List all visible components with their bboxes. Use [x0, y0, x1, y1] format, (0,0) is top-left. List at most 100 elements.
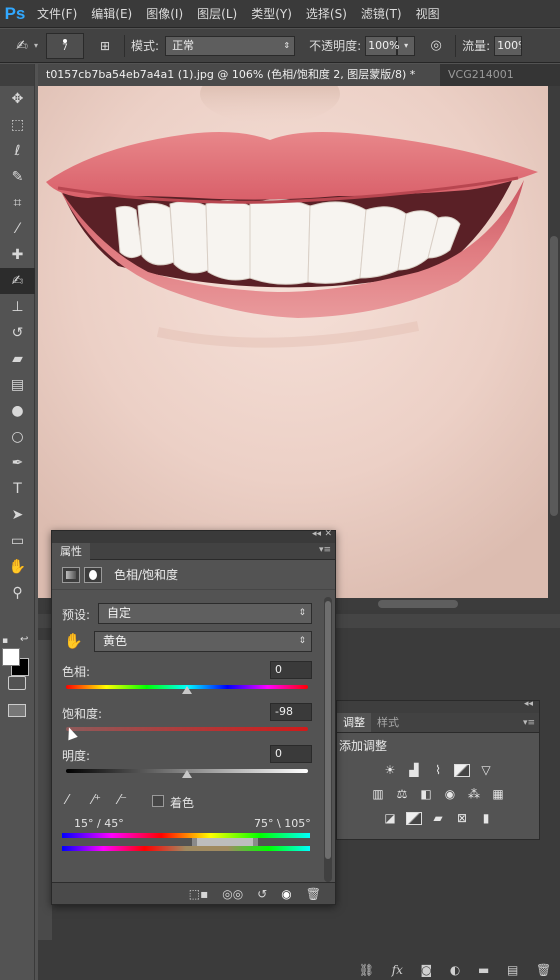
black-white-icon[interactable]: ◧ [417, 786, 435, 802]
color-lookup-icon[interactable]: ▦ [489, 786, 507, 802]
eyedropper-minus-icon[interactable]: ⁄⁻ [118, 793, 127, 808]
blur-icon[interactable]: ● [0, 398, 35, 424]
add-mask-icon[interactable]: ◙ [421, 963, 433, 977]
marquee-icon[interactable]: ⬚ [0, 112, 35, 138]
menu-edit[interactable]: 编辑(E) [84, 0, 139, 28]
link-layers-icon[interactable]: ⛓ [359, 963, 374, 977]
opacity-field[interactable]: 100% [365, 35, 400, 56]
hue-input[interactable]: 0 [270, 661, 312, 679]
screen-mode-icon[interactable] [8, 704, 26, 717]
levels-icon[interactable]: ▟ [405, 762, 423, 778]
panel-menu-icon[interactable]: ▾≡ [319, 545, 331, 555]
brush-preset-dropdown-icon[interactable]: ▾ [34, 41, 38, 50]
channel-select[interactable]: 黄色 ⇕ [94, 631, 312, 652]
new-adjustment-layer-icon[interactable]: ◐ [450, 963, 460, 977]
collapse-icon[interactable]: ◂◂ [312, 529, 321, 539]
opacity-dropdown-icon[interactable]: ▾ [397, 35, 416, 56]
new-group-icon[interactable]: ▬ [478, 963, 489, 977]
default-colors-icon[interactable]: ▪ [2, 636, 8, 646]
new-layer-icon[interactable]: ▤ [507, 963, 518, 977]
tab-properties[interactable]: 属性 [52, 543, 90, 560]
healing-icon[interactable]: ✚ [0, 242, 35, 268]
saturation-slider-track[interactable] [66, 727, 308, 731]
saturation-input[interactable]: -98 [270, 703, 312, 721]
hand-icon[interactable]: ✋ [0, 554, 35, 580]
menu-file[interactable]: 文件(F) [30, 0, 84, 28]
brush-size-picker[interactable]: 7 [46, 32, 85, 59]
pen-icon[interactable]: ✒ [0, 450, 35, 476]
adjustment-icon[interactable] [62, 566, 80, 583]
eyedropper-icon[interactable]: ⁄ [0, 216, 35, 242]
range-selector[interactable] [192, 838, 258, 846]
brush-preset-icon[interactable]: ✍ [10, 35, 34, 57]
channel-mixer-icon[interactable]: ⁂ [465, 786, 483, 802]
tab-document-1[interactable]: t0157cb7ba54eb7a4a1 (1).jpg @ 106% (色相/饱… [38, 64, 440, 86]
gradient-icon[interactable]: ▤ [0, 372, 35, 398]
lasso-icon[interactable]: ℓ [0, 138, 35, 164]
menu-filter[interactable]: 滤镜(T) [354, 0, 409, 28]
targeted-adjustment-hand-icon[interactable]: ✋ [64, 632, 83, 650]
panel-menu-icon[interactable]: ▾≡ [523, 713, 539, 732]
menu-image[interactable]: 图像(I) [139, 0, 190, 28]
stamp-icon[interactable]: ⊥ [0, 294, 35, 320]
properties-panel-header[interactable]: ◂◂ ✕ [52, 529, 335, 543]
menu-view[interactable]: 视图 [409, 0, 447, 28]
brightness-contrast-icon[interactable]: ☀ [381, 762, 399, 778]
menu-select[interactable]: 选择(S) [299, 0, 354, 28]
zoom-icon[interactable]: ⚲ [0, 580, 35, 606]
exposure-icon[interactable] [453, 762, 471, 778]
tools-panel-grip[interactable] [0, 64, 34, 86]
hue-saturation-icon[interactable]: ▥ [369, 786, 387, 802]
visibility-eye-icon[interactable]: ◉ [281, 887, 291, 901]
view-previous-state-icon[interactable]: ◎◎ [222, 887, 243, 901]
canvas-vertical-scrollbar[interactable] [548, 86, 560, 598]
dodge-icon[interactable]: ○ [0, 424, 35, 450]
collapse-icon[interactable]: ◂◂ [524, 699, 533, 709]
eraser-icon[interactable]: ▰ [0, 346, 35, 372]
brush-icon[interactable]: ✍ [0, 268, 35, 294]
hue-slider-thumb[interactable] [182, 686, 192, 694]
preset-select[interactable]: 自定 ⇕ [98, 603, 312, 624]
eyedropper-icon[interactable]: ⁄ [66, 793, 68, 808]
menu-type[interactable]: 类型(Y) [244, 0, 299, 28]
vibrance-icon[interactable]: ▽ [477, 762, 495, 778]
colorize-checkbox[interactable] [152, 795, 164, 807]
tab-document-2[interactable]: VCG214001 [440, 64, 560, 86]
reset-icon[interactable]: ↺ [257, 887, 267, 901]
threshold-icon[interactable]: ▰ [429, 810, 447, 826]
menu-layer[interactable]: 图层(L) [190, 0, 244, 28]
mode-select[interactable]: 正常 ⇕ [165, 35, 296, 56]
delete-layer-icon[interactable]: 🗑 [536, 963, 551, 977]
eyedropper-plus-icon[interactable]: ⁄⁺ [92, 793, 101, 808]
input-color-bar[interactable] [62, 833, 310, 838]
document-canvas[interactable] [38, 86, 548, 598]
lightness-input[interactable]: 0 [270, 745, 312, 763]
brush-panel-toggle-icon[interactable]: ⊞ [92, 35, 118, 57]
selective-color-icon[interactable]: ⊠ [453, 810, 471, 826]
foreground-color-swatch[interactable] [2, 648, 20, 666]
color-balance-icon[interactable]: ⚖ [393, 786, 411, 802]
layer-style-icon[interactable]: fx [392, 963, 403, 977]
properties-scrollbar[interactable] [324, 597, 332, 882]
canvas-horizontal-scroll-thumb[interactable] [378, 600, 458, 608]
clip-to-layer-icon[interactable]: ⬚▪ [189, 887, 208, 901]
mask-icon[interactable] [84, 566, 102, 583]
quick-select-icon[interactable]: ✎ [0, 164, 35, 190]
properties-scroll-thumb[interactable] [325, 601, 331, 859]
close-icon[interactable]: ✕ [324, 529, 332, 539]
trash-icon[interactable]: 🗑 [306, 887, 321, 901]
shape-icon[interactable]: ▭ [0, 528, 35, 554]
move-icon[interactable]: ✥ [0, 86, 35, 112]
lightness-slider-thumb[interactable] [182, 770, 192, 778]
invert-icon[interactable]: ◪ [381, 810, 399, 826]
flow-field[interactable]: 100% [494, 35, 523, 56]
canvas-vertical-scroll-thumb[interactable] [550, 236, 558, 516]
crop-icon[interactable]: ⌗ [0, 190, 35, 216]
tab-styles[interactable]: 样式 [371, 713, 405, 732]
history-brush-icon[interactable]: ↺ [0, 320, 35, 346]
swap-colors-icon[interactable]: ↩ [20, 634, 28, 645]
path-select-icon[interactable]: ➤ [0, 502, 35, 528]
gradient-map-icon[interactable]: ▮ [477, 810, 495, 826]
quick-mask-icon[interactable] [8, 676, 26, 690]
curves-icon[interactable]: ⌇ [429, 762, 447, 778]
